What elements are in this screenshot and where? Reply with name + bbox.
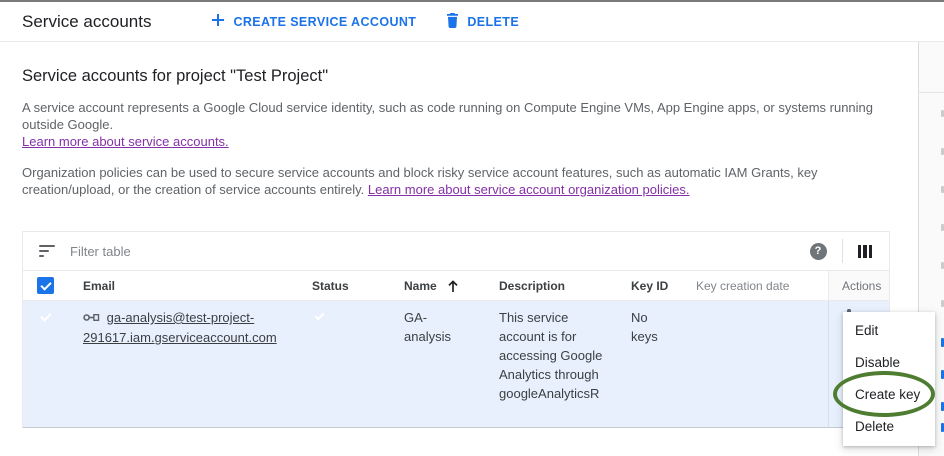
menu-item-create-key[interactable]: Create key [843, 379, 935, 411]
toolbar-divider [842, 239, 843, 263]
service-account-key-icon [83, 311, 104, 326]
create-service-account-label: CREATE SERVICE ACCOUNT [233, 15, 416, 29]
filter-table-input[interactable] [70, 244, 810, 259]
key-id-cell: No keys [631, 301, 696, 427]
page-title: Service accounts [22, 12, 151, 32]
column-header-name[interactable]: Name [404, 271, 499, 300]
page-header: Service accounts CREATE SERVICE ACCOUNT … [0, 2, 944, 42]
help-icon[interactable] [810, 243, 827, 260]
section-heading: Service accounts for project "Test Proje… [22, 67, 918, 86]
column-header-email[interactable]: Email [83, 271, 312, 300]
status-cell [312, 301, 404, 427]
table-filter-bar [23, 232, 889, 271]
column-header-key-id[interactable]: Key ID [631, 271, 696, 300]
trash-icon [446, 13, 459, 31]
row-actions-context-menu: Edit Disable Create key Delete [843, 312, 935, 446]
learn-more-service-accounts-link[interactable]: Learn more about service accounts. [22, 134, 229, 149]
intro-paragraph: A service account represents a Google Cl… [22, 99, 902, 150]
menu-item-edit[interactable]: Edit [843, 315, 935, 347]
learn-more-org-policies-link[interactable]: Learn more about service account organiz… [368, 182, 690, 197]
name-cell: GA-analysis [404, 301, 499, 427]
select-all-checkbox[interactable] [37, 277, 54, 294]
column-header-key-creation-date[interactable]: Key creation date [696, 271, 828, 300]
email-cell: ga-analysis@test-project-291617.iam.gser… [83, 301, 312, 427]
table-row[interactable]: ga-analysis@test-project-291617.iam.gser… [23, 301, 889, 427]
intro-text: A service account represents a Google Cl… [22, 100, 873, 132]
service-accounts-table: Email Status Name Description Key ID Key… [22, 231, 890, 428]
main-content: Service accounts for project "Test Proje… [0, 42, 918, 456]
service-account-email-link[interactable]: ga-analysis@test-project-291617.iam.gser… [83, 310, 277, 345]
delete-button[interactable]: DELETE [446, 13, 519, 31]
create-service-account-button[interactable]: CREATE SERVICE ACCOUNT [211, 13, 416, 30]
key-creation-date-cell [696, 301, 828, 427]
column-display-options-icon[interactable] [858, 245, 873, 258]
delete-label: DELETE [467, 15, 519, 29]
description-cell: This service account is for accessing Go… [499, 301, 631, 427]
filter-list-icon[interactable] [39, 245, 55, 257]
column-header-actions: Actions [828, 271, 889, 300]
menu-item-disable[interactable]: Disable [843, 347, 935, 379]
column-header-status[interactable]: Status [312, 271, 404, 300]
side-panel-divider [919, 92, 944, 93]
column-header-name-label: Name [404, 279, 437, 293]
table-header-row: Email Status Name Description Key ID Key… [23, 271, 889, 301]
menu-item-delete[interactable]: Delete [843, 411, 935, 443]
service-accounts-page: Service accounts CREATE SERVICE ACCOUNT … [0, 0, 944, 456]
plus-icon [211, 13, 225, 30]
column-header-description[interactable]: Description [499, 271, 631, 300]
sort-ascending-icon[interactable] [447, 279, 459, 293]
org-policy-paragraph: Organization policies can be used to sec… [22, 164, 902, 198]
